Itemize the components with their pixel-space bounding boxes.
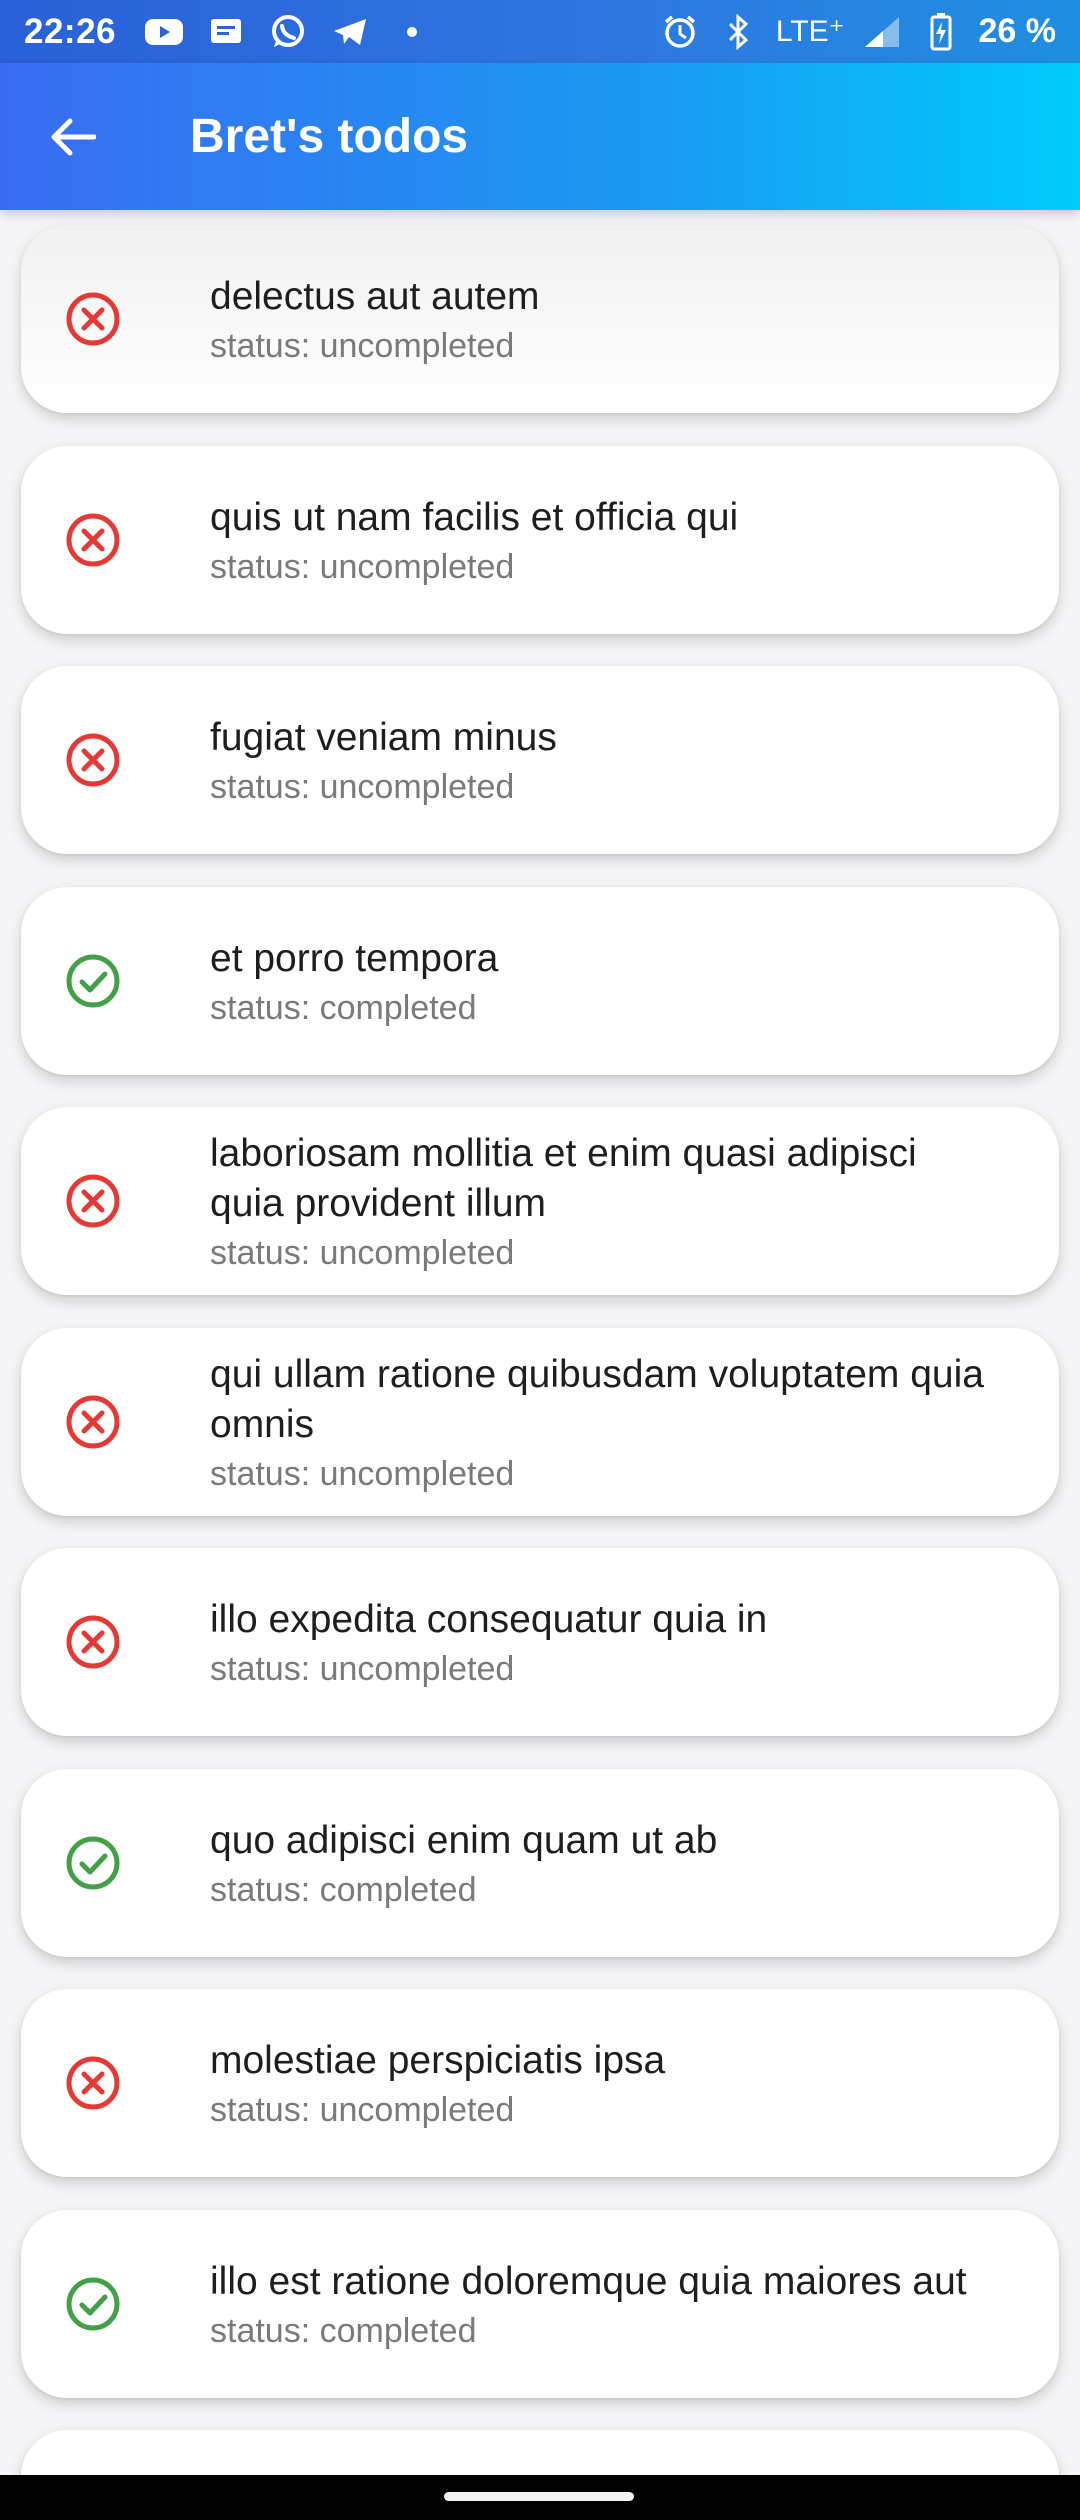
todo-status: status: uncompleted xyxy=(210,327,515,365)
cancel-circle-icon xyxy=(65,291,121,347)
check-circle-icon xyxy=(65,953,121,1009)
todo-text-group: qui ullam ratione quibusdam voluptatem q… xyxy=(210,1350,999,1494)
message-icon xyxy=(206,12,246,52)
page-title: Bret's todos xyxy=(190,110,469,163)
todo-text-group: illo expedita consequatur quia in status:… xyxy=(210,1595,999,1689)
todo-status: status: uncompleted xyxy=(210,1234,515,1272)
todo-text-group: illo est ratione doloremque quia maiores… xyxy=(210,2257,999,2351)
todo-title: fugiat veniam minus xyxy=(210,716,557,759)
notification-dot-icon xyxy=(392,12,432,52)
todo-text-group: et porro tempora status: completed xyxy=(210,934,999,1028)
todo-title: qui ullam ratione quibusdam voluptatem q… xyxy=(210,1353,984,1446)
youtube-icon xyxy=(144,12,184,52)
network-type: LTE⁺ xyxy=(775,15,845,48)
status-bar: 22:26 LTE⁺ 26 % xyxy=(0,0,1080,63)
todo-item[interactable]: laboriosam mollitia et enim quasi adipis… xyxy=(21,1107,1059,1295)
todo-title: et porro tempora xyxy=(210,937,499,980)
battery-charging-icon xyxy=(921,12,961,52)
battery-percent: 26 % xyxy=(978,12,1057,50)
todo-title: molestiae perspiciatis ipsa xyxy=(210,2039,666,2082)
todo-status: status: uncompleted xyxy=(210,1650,515,1688)
todo-text-group: quis ut nam facilis et officia qui status… xyxy=(210,493,999,587)
home-gesture-handle[interactable] xyxy=(444,2492,634,2501)
check-circle-icon xyxy=(65,2276,121,2332)
alarm-icon xyxy=(660,12,700,52)
whatsapp-icon xyxy=(268,12,308,52)
todo-status: status: uncompleted xyxy=(210,2091,515,2129)
todo-text-group: quo adipisci enim quam ut ab status: comp… xyxy=(210,1816,999,1910)
todo-text-group: delectus aut autem status: uncompleted xyxy=(210,272,999,366)
todo-item[interactable]: qui ullam ratione quibusdam voluptatem q… xyxy=(21,1328,1059,1516)
todo-status: status: completed xyxy=(210,1871,477,1909)
cancel-circle-icon xyxy=(65,2055,121,2111)
todo-item[interactable]: molestiae perspiciatis ipsa status: uncom… xyxy=(21,1989,1059,2177)
todo-item[interactable]: illo est ratione doloremque quia maiores… xyxy=(21,2210,1059,2398)
todo-status: status: completed xyxy=(210,989,477,1027)
cancel-circle-icon xyxy=(65,1173,121,1229)
todo-item[interactable]: quis ut nam facilis et officia qui status… xyxy=(21,446,1059,634)
check-circle-icon xyxy=(65,1835,121,1891)
app-bar: Bret's todos xyxy=(0,63,1080,210)
cancel-circle-icon xyxy=(65,1614,121,1670)
todo-text-group: fugiat veniam minus status: uncompleted xyxy=(210,713,999,807)
todo-title: illo expedita consequatur quia in xyxy=(210,1598,768,1641)
todo-title: quo adipisci enim quam ut ab xyxy=(210,1819,718,1862)
todo-item[interactable]: quo adipisci enim quam ut ab status: comp… xyxy=(21,1769,1059,1957)
signal-icon xyxy=(863,12,903,52)
todo-title: quis ut nam facilis et officia qui xyxy=(210,496,739,539)
todo-item[interactable]: fugiat veniam minus status: uncompleted xyxy=(21,666,1059,854)
todo-text-group: molestiae perspiciatis ipsa status: uncom… xyxy=(210,2036,999,2130)
bluetooth-icon xyxy=(718,12,758,52)
todo-status: status: uncompleted xyxy=(210,548,515,586)
todo-item[interactable]: delectus aut autem status: uncompleted xyxy=(21,225,1059,413)
back-button[interactable] xyxy=(28,92,118,182)
todo-item[interactable]: illo expedita consequatur quia in status:… xyxy=(21,1548,1059,1736)
todo-status: status: uncompleted xyxy=(210,1455,515,1493)
todo-title: delectus aut autem xyxy=(210,275,540,318)
todo-text-group: laboriosam mollitia et enim quasi adipis… xyxy=(210,1129,999,1273)
navigation-bar xyxy=(0,2475,1080,2520)
todo-item[interactable]: et porro tempora status: completed xyxy=(21,887,1059,1075)
todo-item-partial[interactable] xyxy=(21,2430,1059,2475)
todo-list[interactable]: delectus aut autem status: uncompleted qui… xyxy=(0,210,1080,2475)
todo-title: laboriosam mollitia et enim quasi adipis… xyxy=(210,1132,917,1225)
telegram-icon xyxy=(330,12,370,52)
cancel-circle-icon xyxy=(65,512,121,568)
cancel-circle-icon xyxy=(65,1394,121,1450)
cancel-circle-icon xyxy=(65,732,121,788)
todo-status: status: completed xyxy=(210,2312,477,2350)
todo-title: illo est ratione doloremque quia maiores… xyxy=(210,2260,967,2303)
todo-status: status: uncompleted xyxy=(210,768,515,806)
status-time: 22:26 xyxy=(24,11,117,51)
arrow-back-icon xyxy=(51,118,96,155)
